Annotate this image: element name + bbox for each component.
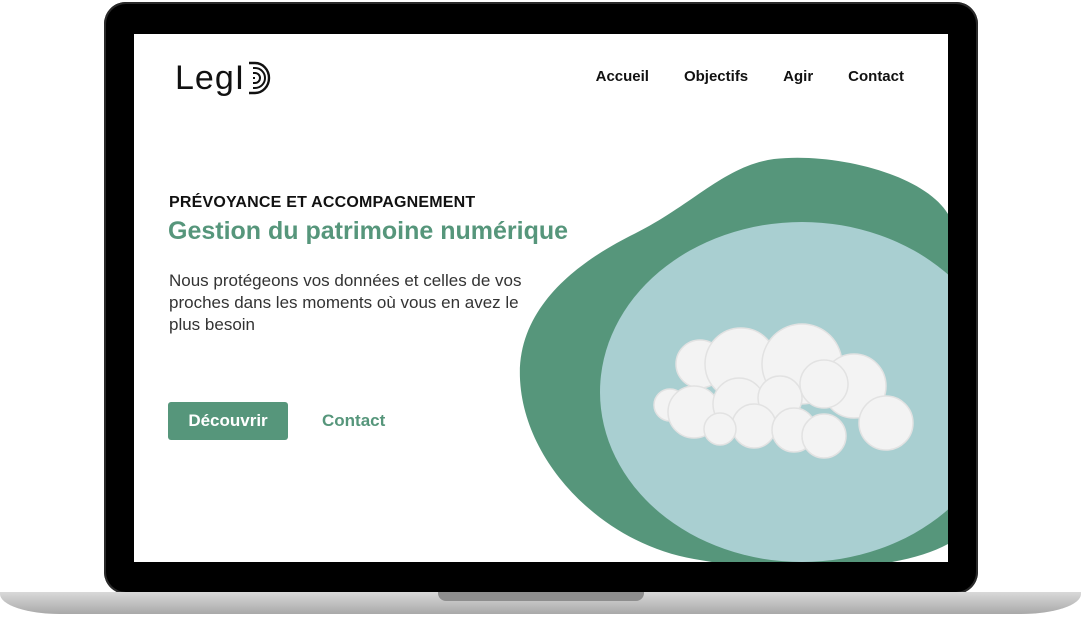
- hero-lead: Nous protégeons vos données et celles de…: [169, 271, 522, 334]
- logo-text: LegI: [175, 58, 246, 97]
- laptop-notch: [438, 592, 644, 601]
- nav-item-contact[interactable]: Contact: [848, 68, 904, 85]
- website-screen: LegI Accueil Objectifs Agir Contact PRÉV…: [134, 34, 948, 562]
- nav-item-objectifs[interactable]: Objectifs: [684, 68, 748, 85]
- discover-button[interactable]: Découvrir: [168, 402, 288, 440]
- hero-headline: Gestion du patrimoine numérique: [168, 217, 569, 245]
- fingerprint-d-icon: [249, 61, 271, 95]
- brand-logo[interactable]: LegI: [175, 58, 271, 98]
- nav-item-agir[interactable]: Agir: [783, 68, 813, 85]
- nav-item-accueil[interactable]: Accueil: [596, 68, 649, 85]
- main-nav: Accueil Objectifs Agir Contact: [561, 68, 904, 85]
- contact-link[interactable]: Contact: [322, 402, 385, 440]
- hero-kicker: PRÉVOYANCE ET ACCOMPAGNEMENT: [169, 194, 476, 211]
